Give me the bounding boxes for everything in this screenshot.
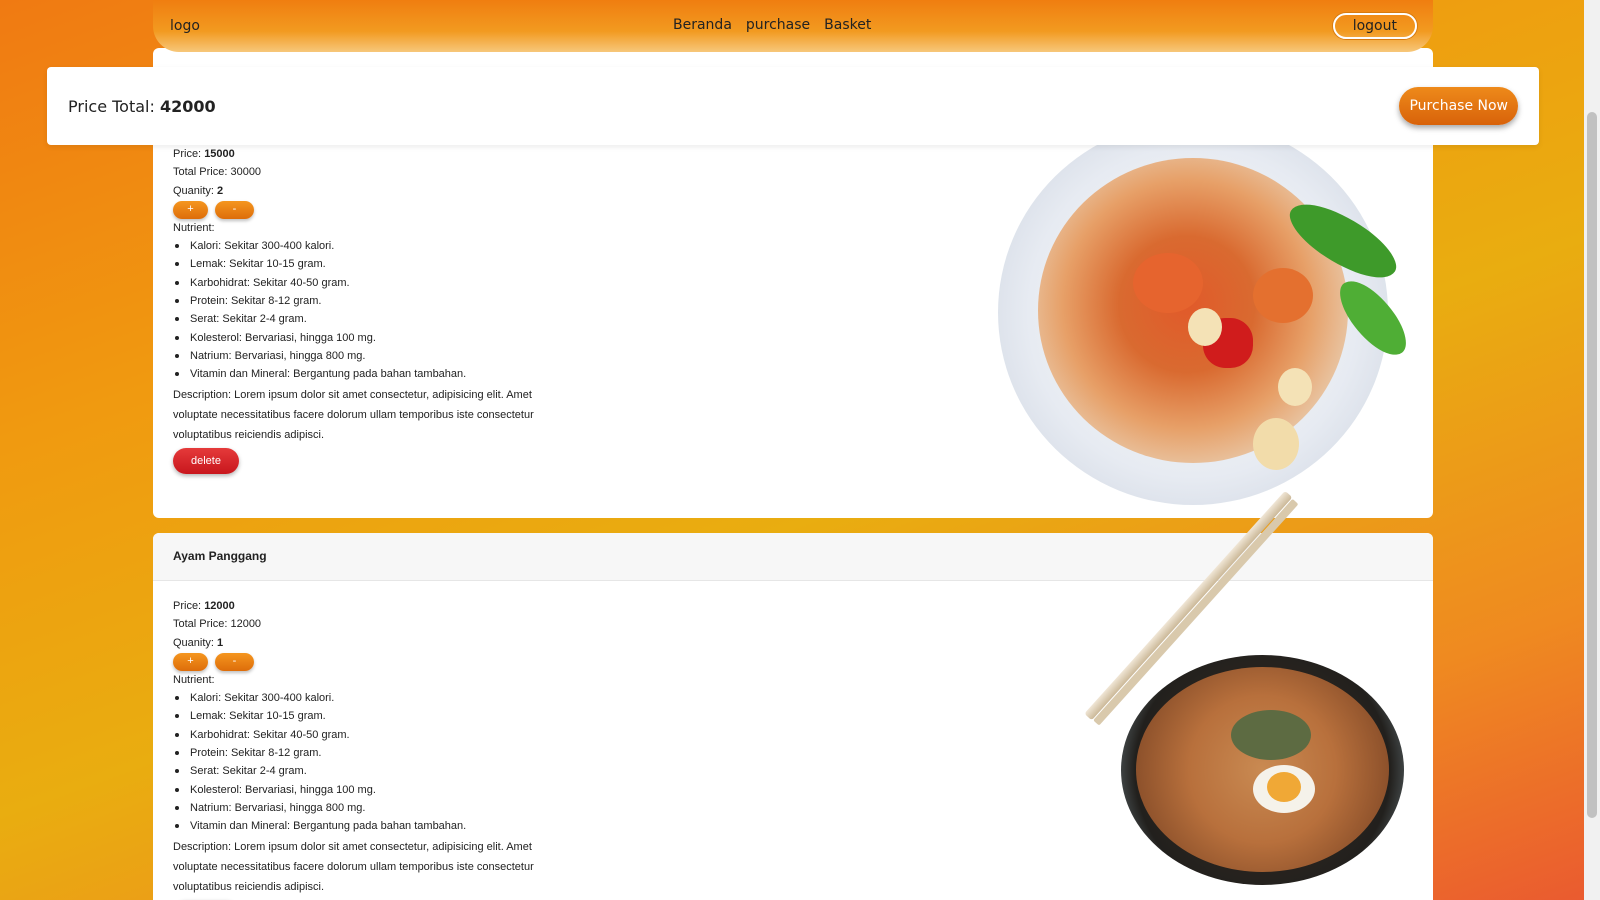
price-total-bar: Price Total: 42000 Purchase Now xyxy=(47,67,1539,145)
page-content: Price: 15000 Total Price: 30000 Quanity:… xyxy=(0,0,1584,900)
item-description: Description: Lorem ipsum dolor sit amet … xyxy=(173,840,534,893)
nav-links: Beranda purchase Basket xyxy=(673,17,871,33)
egg-shape xyxy=(1278,368,1312,406)
logout-button[interactable]: logout xyxy=(1332,13,1417,39)
price-total-label: Price Total: xyxy=(68,96,155,116)
nav-link-beranda[interactable]: Beranda xyxy=(673,17,732,33)
food-image-content xyxy=(1038,158,1416,470)
quantity-label: Quanity: xyxy=(173,184,214,197)
decrease-quantity-button[interactable]: - xyxy=(215,200,254,219)
ramen-broth-shape xyxy=(1136,667,1389,872)
increase-quantity-button[interactable]: + xyxy=(173,652,208,671)
purchase-now-button[interactable]: Purchase Now xyxy=(1399,87,1518,125)
price-label: Price: xyxy=(173,148,202,160)
quantity-label: Quanity: xyxy=(173,636,214,649)
page-scrollbar[interactable] xyxy=(1584,0,1600,900)
item-description: Description: Lorem ipsum dolor sit amet … xyxy=(173,388,534,441)
quantity-value: 1 xyxy=(217,636,224,649)
food-image xyxy=(1121,655,1404,885)
increase-quantity-button[interactable]: + xyxy=(173,200,208,219)
greens-shape xyxy=(1231,710,1311,760)
price-value: 15000 xyxy=(204,148,235,160)
price-total: Price Total: 42000 xyxy=(68,97,216,116)
price-row: Price: 12000 xyxy=(173,597,1413,615)
delete-button[interactable]: delete xyxy=(173,447,239,474)
food-image xyxy=(998,120,1416,505)
yolk-shape xyxy=(1267,772,1301,802)
scrollbar-thumb[interactable] xyxy=(1587,112,1597,818)
egg-shape xyxy=(1253,418,1299,470)
nav-link-basket[interactable]: Basket xyxy=(824,17,871,33)
quantity-row: Quanity: 1 xyxy=(173,634,1413,652)
quantity-value: 2 xyxy=(217,184,224,197)
nav-link-purchase[interactable]: purchase xyxy=(746,17,810,33)
decrease-quantity-button[interactable]: - xyxy=(215,652,254,671)
shrimp-shape xyxy=(1133,253,1203,313)
price-label: Price: xyxy=(173,600,202,612)
logo[interactable]: logo xyxy=(170,18,200,34)
navbar: logo Beranda purchase Basket logout xyxy=(153,0,1433,52)
shrimp-shape xyxy=(1253,268,1313,323)
egg-shape xyxy=(1188,308,1222,346)
price-value: 12000 xyxy=(204,600,235,612)
total-price: Total Price: 12000 xyxy=(173,618,262,631)
price-total-value: 42000 xyxy=(159,96,216,116)
